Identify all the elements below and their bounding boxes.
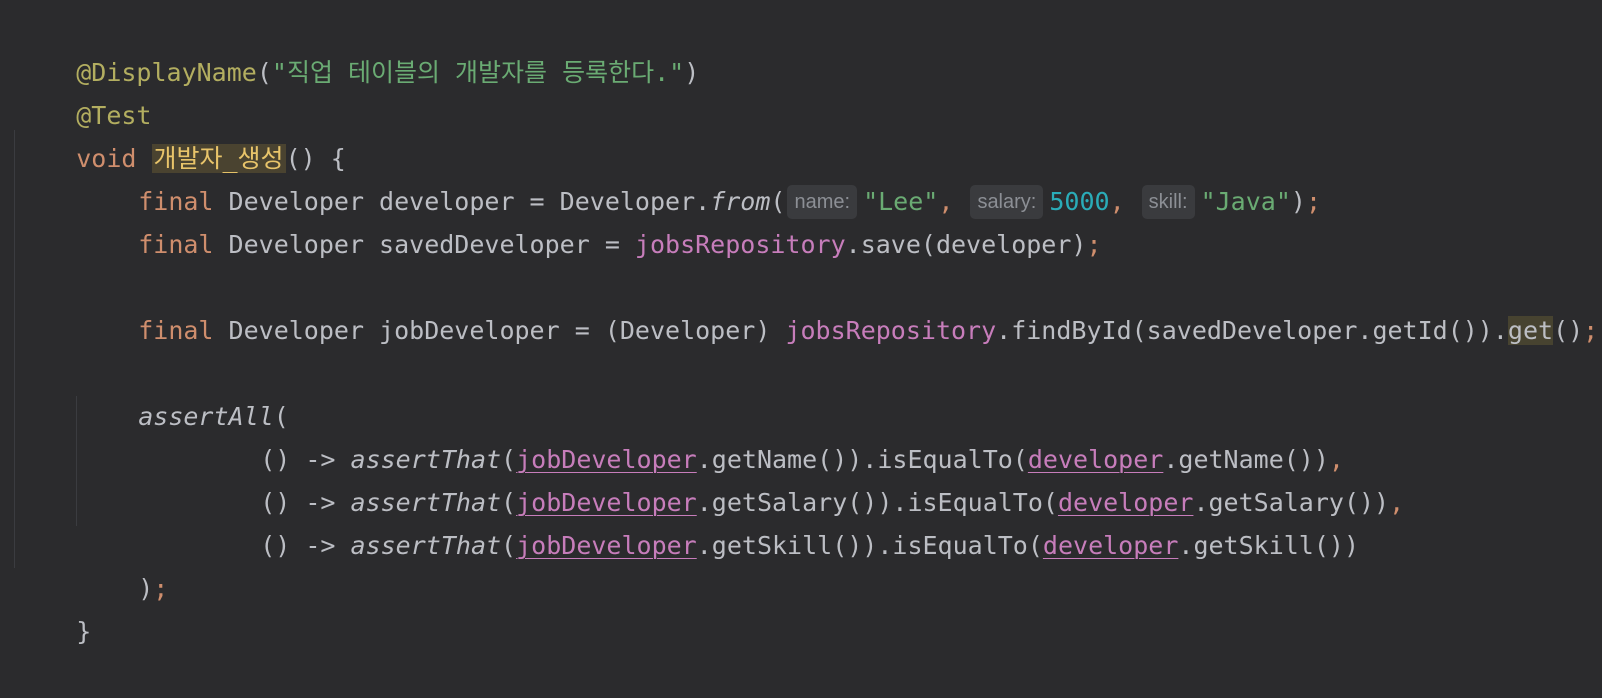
closing-brace: } <box>76 617 92 646</box>
code-line-12[interactable]: () -> assertThat(jobDeveloper.getSkill()… <box>200 480 1359 560</box>
paren: ( <box>256 58 272 87</box>
keyword-final: final <box>138 316 214 345</box>
paren: ) <box>684 58 700 87</box>
code-editor[interactable]: @DisplayName("직업 테이블의 개발자를 등록한다.") @Test… <box>0 0 1602 646</box>
indent-guide-method <box>14 130 15 568</box>
param-hint-skill: skill: <box>1141 185 1195 219</box>
code-line-3[interactable]: void 개발자_생성() { <box>16 93 346 173</box>
string-literal: "직업 테이블의 개발자를 등록한다." <box>271 58 685 87</box>
code-line-1[interactable]: @DisplayName("직업 테이블의 개발자를 등록한다.") <box>16 7 699 87</box>
variable-jobdeveloper: jobDeveloper <box>516 531 697 560</box>
code-line-7[interactable]: final Developer jobDeveloper = (Develope… <box>78 265 1598 345</box>
code-line-10[interactable]: () -> assertThat(jobDeveloper.getName())… <box>200 394 1344 474</box>
code-line-14[interactable]: } <box>16 566 91 646</box>
field-jobsrepository: jobsRepository <box>785 316 997 345</box>
code-line-11[interactable]: () -> assertThat(jobDeveloper.getSalary(… <box>200 437 1404 517</box>
code-line-2[interactable]: @Test <box>16 50 151 130</box>
code-line-5[interactable]: final Developer savedDeveloper = jobsRep… <box>78 179 1101 259</box>
keyword-final: final <box>138 230 214 259</box>
code-line-4[interactable]: final Developer developer = Developer.fr… <box>78 136 1321 219</box>
string-literal-java: "Java" <box>1200 187 1291 216</box>
get-call-highlighted[interactable]: get <box>1507 316 1554 345</box>
field-jobsrepository: jobsRepository <box>634 230 846 259</box>
variable-developer: developer <box>1042 531 1179 560</box>
indent-guide-assertall <box>76 396 77 526</box>
code-line-9[interactable]: assertAll( <box>78 351 289 431</box>
code-line-13[interactable]: ); <box>78 523 168 603</box>
static-method-assertthat: assertThat <box>350 531 502 560</box>
